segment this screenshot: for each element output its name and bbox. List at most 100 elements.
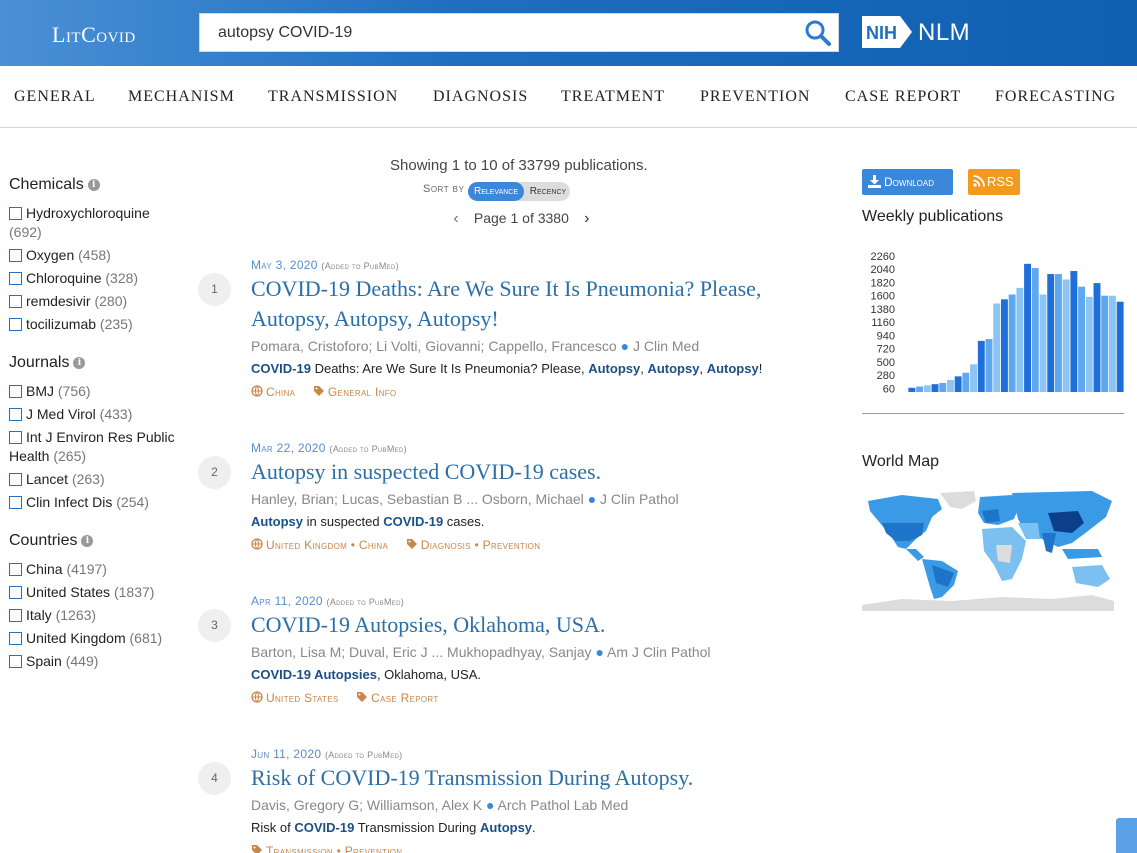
info-icon[interactable]: i	[87, 178, 100, 191]
chart-bar[interactable]	[1039, 294, 1047, 392]
chart-bar[interactable]	[1085, 296, 1093, 392]
chart-bar[interactable]	[916, 386, 924, 392]
facet-item[interactable]: United States (1837)	[9, 583, 179, 602]
tab-forecasting[interactable]: FORECASTING	[995, 88, 1116, 106]
checkbox[interactable]	[9, 249, 22, 262]
chart-bar[interactable]	[923, 385, 931, 392]
facet-item[interactable]: Spain (449)	[9, 652, 179, 671]
checkbox[interactable]	[9, 609, 22, 622]
tab-transmission[interactable]: TRANSMISSION	[268, 88, 398, 106]
result-tags: United States Case Report	[251, 691, 453, 705]
chart-bar[interactable]	[1016, 287, 1024, 392]
chart-bar[interactable]	[993, 303, 1001, 392]
chart-bar[interactable]	[1093, 283, 1101, 392]
chart-bar[interactable]	[970, 364, 978, 392]
tab-prevention[interactable]: PREVENTION	[700, 88, 810, 106]
search-icon[interactable]	[804, 19, 832, 47]
checkbox[interactable]	[9, 207, 22, 220]
checkbox[interactable]	[9, 632, 22, 645]
svg-text:NIH: NIH	[866, 23, 897, 43]
chart-bar[interactable]	[1078, 286, 1086, 392]
chart-bar[interactable]	[946, 379, 954, 392]
facet-title-journals: Journals i	[9, 354, 86, 372]
result-snippet: Risk of COVID-19 Transmission During Aut…	[251, 820, 536, 835]
map-greenland	[940, 491, 976, 509]
globe-icon	[251, 385, 263, 397]
chart-bar[interactable]	[1101, 295, 1109, 392]
facet-item[interactable]: remdesivir (280)	[9, 292, 179, 311]
checkbox[interactable]	[9, 563, 22, 576]
checkbox[interactable]	[9, 408, 22, 421]
weekly-publications-chart[interactable]: 226020401820 160013801160940 72050028060	[862, 246, 1126, 396]
chart-bar[interactable]	[1000, 299, 1008, 392]
scroll-to-top-button[interactable]	[1116, 818, 1137, 853]
result-title[interactable]: Risk of COVID-19 Transmission During Aut…	[251, 763, 811, 793]
info-icon[interactable]: i	[81, 534, 94, 547]
chevron-left-icon[interactable]: ‹	[448, 210, 464, 228]
nlm-label: NLM	[918, 19, 971, 46]
globe-icon	[251, 538, 263, 550]
checkbox[interactable]	[9, 295, 22, 308]
result-title[interactable]: Autopsy in suspected COVID-19 cases.	[251, 457, 811, 487]
facet-item[interactable]: Chloroquine (328)	[9, 269, 179, 288]
world-map[interactable]	[862, 487, 1116, 613]
facet-item[interactable]: Int J Environ Res Public Health (265)	[9, 428, 179, 466]
chart-bar[interactable]	[908, 387, 916, 392]
facet-item[interactable]: China (4197)	[9, 560, 179, 579]
chart-bar[interactable]	[1108, 295, 1116, 392]
chart-bar[interactable]	[931, 384, 939, 392]
search-input[interactable]	[200, 14, 780, 51]
y-tick-label: 2260	[871, 251, 895, 263]
download-button[interactable]: Download	[862, 169, 953, 195]
tab-treatment[interactable]: TREATMENT	[561, 88, 665, 106]
tab-diagnosis[interactable]: DIAGNOSIS	[433, 88, 528, 106]
chart-bar[interactable]	[1031, 268, 1039, 392]
chart-bar[interactable]	[939, 382, 947, 392]
result-date: Mar 22, 2020 (Added to PubMed)	[251, 441, 407, 455]
facet-item[interactable]: BMJ (756)	[9, 382, 179, 401]
chart-bar[interactable]	[985, 339, 993, 392]
chevron-right-icon[interactable]: ›	[579, 210, 595, 228]
result-title[interactable]: COVID-19 Deaths: Are We Sure It Is Pneum…	[251, 274, 811, 334]
chart-bar[interactable]	[962, 372, 970, 392]
chart-bar[interactable]	[1116, 301, 1124, 392]
facet-item[interactable]: Clin Infect Dis (254)	[9, 493, 179, 512]
result-authors: Barton, Lisa M; Duval, Eric J ... Mukhop…	[251, 644, 711, 660]
checkbox[interactable]	[9, 655, 22, 668]
chart-bar[interactable]	[1070, 271, 1078, 392]
checkbox[interactable]	[9, 431, 22, 444]
info-icon[interactable]: i	[73, 356, 86, 369]
facet-item[interactable]: Oxygen (458)	[9, 246, 179, 265]
chart-bar[interactable]	[1054, 274, 1062, 392]
chart-bar[interactable]	[954, 376, 962, 392]
sort-toggle[interactable]: Relevance Recency	[468, 182, 570, 201]
tab-mechanism[interactable]: MECHANISM	[128, 88, 235, 106]
checkbox[interactable]	[9, 318, 22, 331]
checkbox[interactable]	[9, 496, 22, 509]
facet-item[interactable]: Lancet (263)	[9, 470, 179, 489]
sort-recency[interactable]: Recency	[526, 182, 570, 201]
result-title[interactable]: COVID-19 Autopsies, Oklahoma, USA.	[251, 610, 811, 640]
tab-general[interactable]: GENERAL	[14, 88, 96, 106]
facet-item[interactable]: Hydroxychloroquine (692)	[9, 204, 179, 242]
chart-bar[interactable]	[1024, 263, 1032, 392]
tab-case-report[interactable]: CASE REPORT	[845, 88, 961, 106]
chart-bar[interactable]	[1062, 279, 1070, 392]
facet-item[interactable]: United Kingdom (681)	[9, 629, 179, 648]
chart-bar[interactable]	[1047, 274, 1055, 392]
litcovid-logo[interactable]: LitCovid	[52, 22, 136, 48]
facet-item[interactable]: Italy (1263)	[9, 606, 179, 625]
facet-item[interactable]: tocilizumab (235)	[9, 315, 179, 334]
sort-relevance[interactable]: Relevance	[468, 182, 524, 201]
chart-bar[interactable]	[1008, 294, 1016, 392]
checkbox[interactable]	[9, 473, 22, 486]
chart-bar[interactable]	[977, 340, 985, 392]
checkbox[interactable]	[9, 586, 22, 599]
checkbox[interactable]	[9, 272, 22, 285]
rss-button[interactable]: RSS	[968, 169, 1020, 195]
y-tick-label: 1160	[871, 317, 895, 329]
y-tick-label: 500	[877, 357, 895, 369]
facet-item[interactable]: J Med Virol (433)	[9, 405, 179, 424]
checkbox[interactable]	[9, 385, 22, 398]
nih-nlm-logo[interactable]: NIH NLM	[862, 16, 970, 48]
